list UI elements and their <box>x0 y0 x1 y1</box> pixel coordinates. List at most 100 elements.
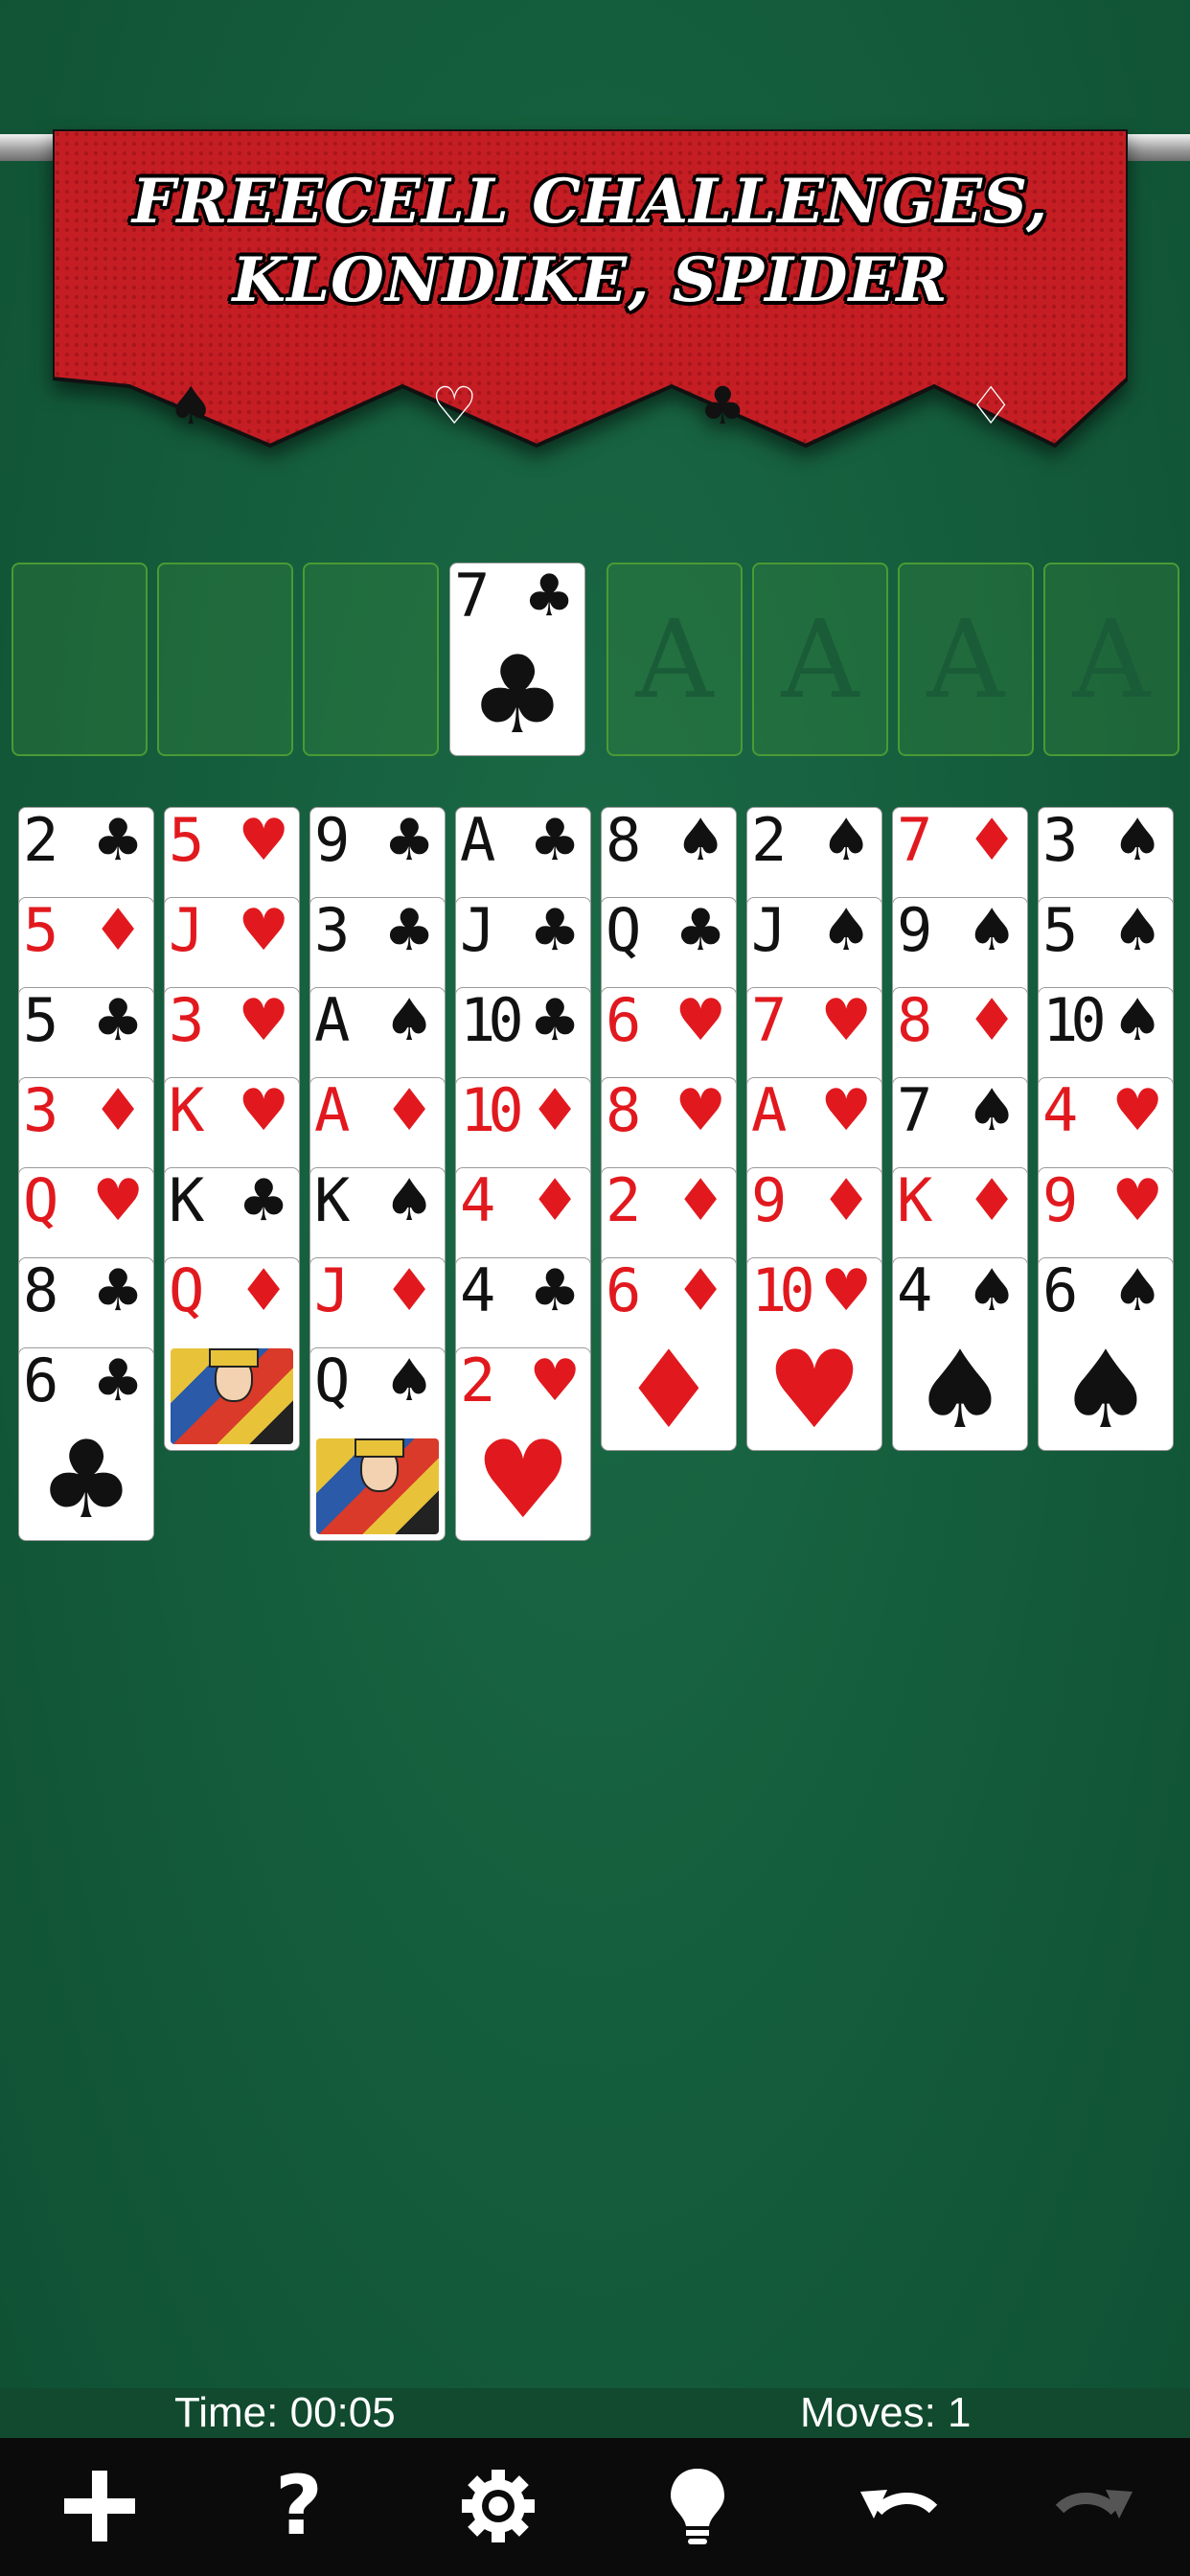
tableau-card[interactable]: 6 ♣ ♣ <box>18 1347 154 1541</box>
help-icon[interactable]: ? <box>251 2463 347 2549</box>
diamond-icon: ♦ <box>966 807 1018 874</box>
card-rank: 4 <box>1042 1077 1078 1145</box>
spade-icon: ♠ <box>1111 897 1163 964</box>
promo-banner: FREECELL CHALLENGES, KLONDIKE, SPIDER ♠ … <box>53 129 1128 450</box>
tableau-card[interactable]: Q ♠ <box>309 1347 446 1541</box>
diamond-icon: ♦ <box>383 1077 435 1144</box>
card-rank: J <box>314 1257 350 1325</box>
tableau-card[interactable]: 6 ♠ ♠ <box>1038 1257 1174 1451</box>
club-icon: ♣ <box>529 1257 581 1324</box>
club-icon: ♣ <box>523 563 575 630</box>
card-rank: 7 <box>454 563 490 631</box>
card-rank: 5 <box>23 897 58 965</box>
card-rank: J <box>169 897 204 965</box>
heart-icon: ♥ <box>820 1257 872 1324</box>
diamond-icon: ♦ <box>529 1077 581 1144</box>
card-rank: 6 <box>23 1347 58 1415</box>
club-icon: ♣ <box>699 376 746 436</box>
foundation-1[interactable]: A <box>606 563 743 756</box>
card-rank: 8 <box>897 987 932 1055</box>
card-rank: 6 <box>1042 1257 1078 1325</box>
card-rank: K <box>314 1167 350 1235</box>
card-rank: 10 <box>1042 987 1107 1055</box>
spade-icon: ♠ <box>966 897 1018 964</box>
spade-icon: ♠ <box>911 1328 1009 1451</box>
card-rank: 9 <box>751 1167 787 1235</box>
redo-icon[interactable] <box>1048 2463 1144 2549</box>
new-game-icon[interactable] <box>52 2463 148 2549</box>
free-cell-1[interactable] <box>11 563 148 756</box>
tableau-card[interactable]: Q ♦ <box>164 1257 300 1451</box>
card-rank: 2 <box>460 1347 495 1415</box>
free-cell-2[interactable] <box>157 563 293 756</box>
card-rank: 3 <box>23 1077 58 1145</box>
diamond-icon: ♦ <box>92 1077 144 1144</box>
club-icon: ♣ <box>92 1257 144 1324</box>
spade-icon: ♠ <box>1111 1257 1163 1324</box>
club-icon: ♣ <box>37 1418 135 1541</box>
diamond-icon: ♦ <box>966 1167 1018 1234</box>
card-rank: A <box>314 1077 350 1145</box>
foundation-3[interactable]: A <box>898 563 1034 756</box>
diamond-icon: ♢ <box>968 376 1015 436</box>
card-rank: 4 <box>460 1167 495 1235</box>
undo-icon[interactable] <box>849 2463 945 2549</box>
diamond-icon: ♦ <box>675 1257 726 1324</box>
card-rank: A <box>751 1077 787 1145</box>
status-bar: Time: 00:05 Moves: 1 <box>0 2388 1190 2438</box>
free-cell-3[interactable] <box>303 563 439 756</box>
tableau-card[interactable]: 4 ♠ ♠ <box>892 1257 1028 1451</box>
card-rank: 4 <box>897 1257 932 1325</box>
card-rank: 6 <box>606 1257 641 1325</box>
spade-icon: ♠ <box>1111 807 1163 874</box>
club-icon: ♣ <box>469 633 566 756</box>
banner-line-1: FREECELL CHALLENGES, <box>131 166 1049 238</box>
toolbar: ? <box>0 2438 1190 2576</box>
heart-icon: ♥ <box>92 1167 144 1234</box>
foundation-label: A <box>781 598 859 723</box>
diamond-icon: ♦ <box>820 1167 872 1234</box>
card-rank: 9 <box>314 807 350 875</box>
diamond-icon: ♦ <box>92 897 144 964</box>
card-rank: 5 <box>169 807 204 875</box>
foundation-label: A <box>1072 598 1151 723</box>
foundation-label: A <box>927 598 1005 723</box>
heart-icon: ♥ <box>238 807 289 874</box>
heart-icon: ♥ <box>820 1077 872 1144</box>
card-rank: 5 <box>23 987 58 1055</box>
card-rank: 4 <box>460 1257 495 1325</box>
heart-icon: ♥ <box>1111 1077 1163 1144</box>
face-card-art <box>171 1348 293 1444</box>
card-rank: 10 <box>460 987 524 1055</box>
club-icon: ♣ <box>92 807 144 874</box>
card-rank: 8 <box>606 807 641 875</box>
diamond-icon: ♦ <box>966 987 1018 1054</box>
club-icon: ♣ <box>529 807 581 874</box>
free-cell-4-card[interactable]: 7 ♣ ♣ <box>449 563 585 756</box>
diamond-icon: ♦ <box>529 1167 581 1234</box>
card-rank: 7 <box>897 807 932 875</box>
tableau-card[interactable]: 2 ♥ ♥ <box>455 1347 591 1541</box>
heart-icon: ♥ <box>238 1077 289 1144</box>
card-rank: 2 <box>606 1167 641 1235</box>
spade-icon: ♠ <box>675 807 726 874</box>
foundation-label: A <box>635 598 714 723</box>
card-rank: 3 <box>1042 807 1078 875</box>
diamond-icon: ♦ <box>238 1257 289 1324</box>
heart-icon: ♥ <box>675 1077 726 1144</box>
card-rank: 10 <box>460 1077 524 1145</box>
foundation-4[interactable]: A <box>1043 563 1179 756</box>
card-rank: 3 <box>169 987 204 1055</box>
tableau-card[interactable]: 10 ♥ ♥ <box>746 1257 882 1451</box>
settings-icon[interactable] <box>450 2463 546 2549</box>
hint-icon[interactable] <box>650 2463 745 2549</box>
heart-icon: ♡ <box>431 376 478 436</box>
club-icon: ♣ <box>92 1347 144 1414</box>
moves-label: Moves: 1 <box>800 2389 972 2436</box>
card-rank: 7 <box>897 1077 932 1145</box>
club-icon: ♣ <box>675 897 726 964</box>
foundation-2[interactable]: A <box>752 563 888 756</box>
spade-icon: ♠ <box>966 1077 1018 1144</box>
banner-line-2: KLONDIKE, SPIDER <box>232 244 949 316</box>
tableau-card[interactable]: 6 ♦ ♦ <box>601 1257 737 1451</box>
